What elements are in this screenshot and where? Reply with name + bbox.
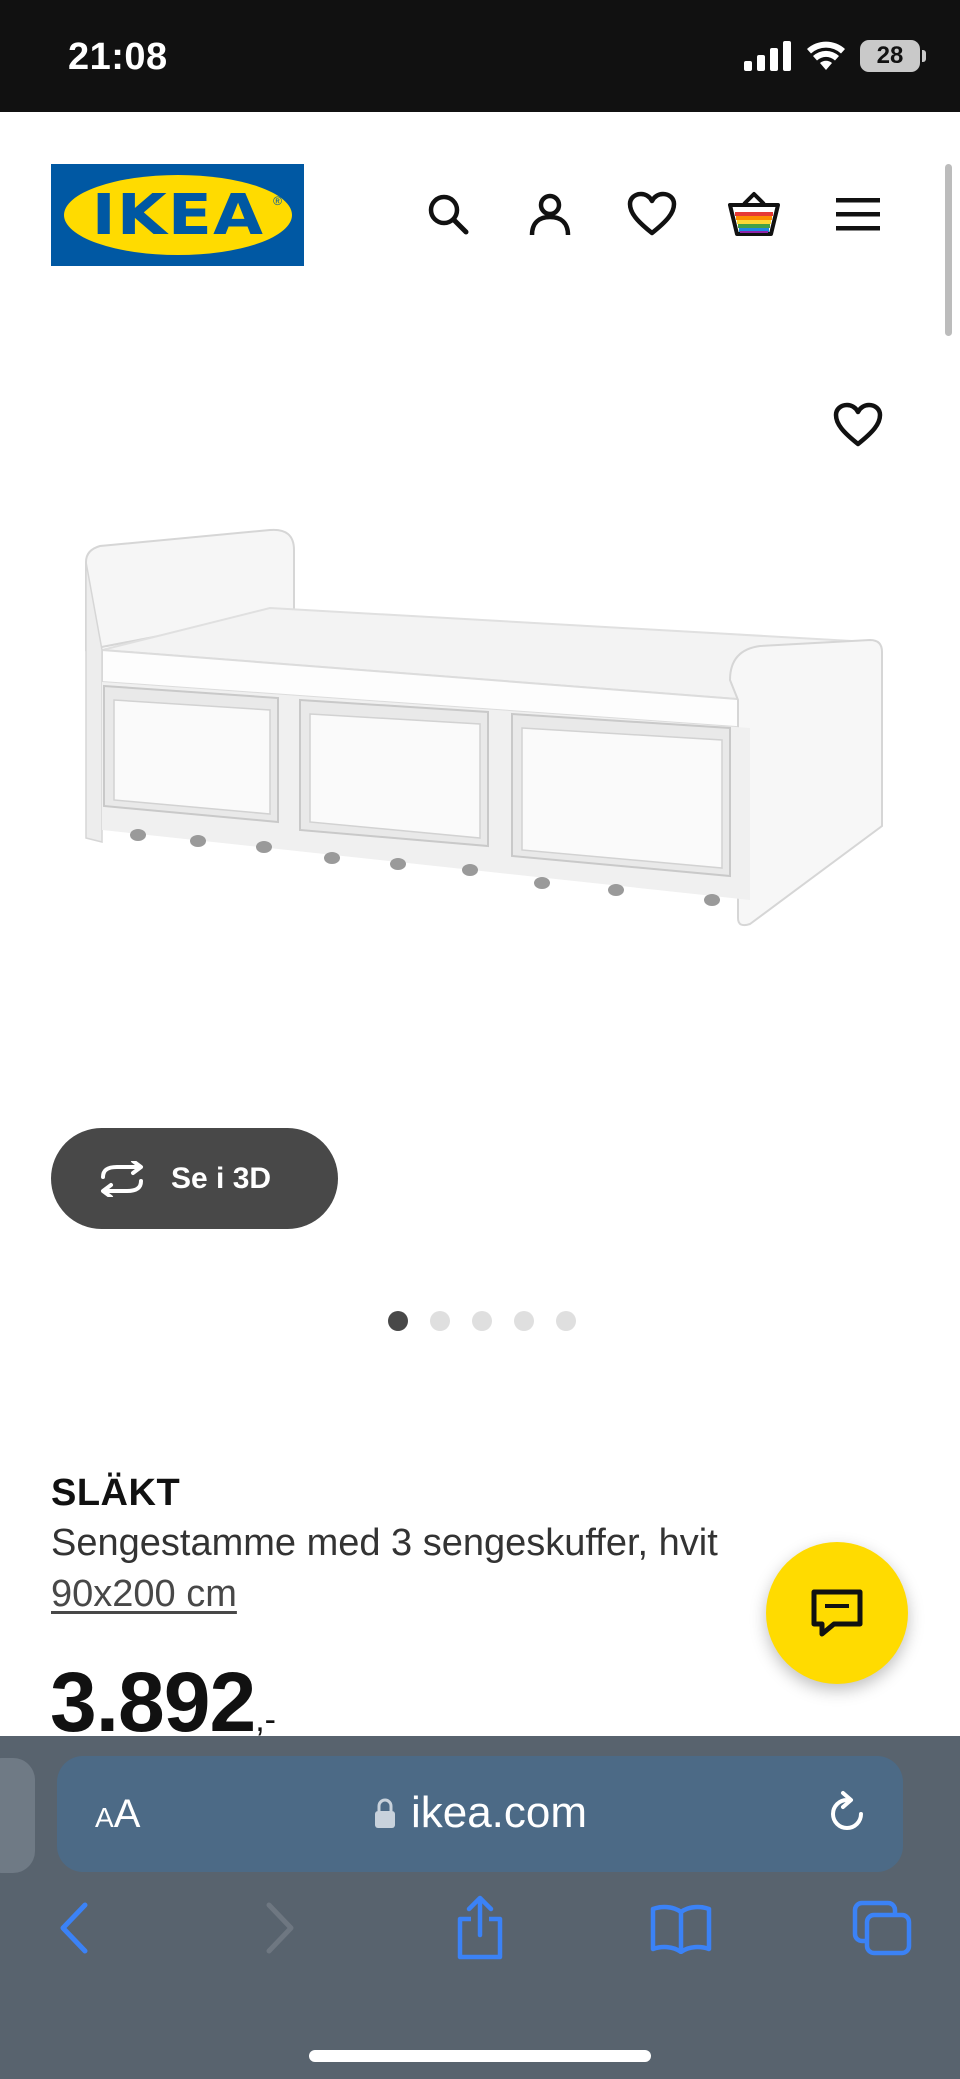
save-to-favorites-button[interactable] [826, 393, 890, 457]
tabs-icon [852, 1900, 912, 1956]
account-icon[interactable] [520, 184, 580, 244]
page-scrollbar[interactable] [945, 164, 952, 336]
logo-oval: IKEA [63, 175, 292, 255]
previous-tab-peek[interactable] [0, 1758, 35, 1873]
share-button[interactable] [440, 1888, 520, 1968]
carousel-dot[interactable] [514, 1311, 534, 1331]
search-icon[interactable] [418, 184, 478, 244]
menu-icon[interactable] [828, 184, 888, 244]
image-carousel-dots [0, 1311, 960, 1331]
share-icon [457, 1895, 503, 1960]
product-image[interactable] [70, 500, 900, 940]
safari-bottom-toolbar [0, 1888, 960, 1988]
wifi-icon [807, 41, 845, 70]
product-description: Sengestamme med 3 sengeskuffer, hvit [51, 1522, 718, 1564]
book-icon [650, 1904, 712, 1954]
status-icons: 28 [744, 40, 926, 72]
chevron-right-icon [266, 1902, 294, 1954]
chevron-left-icon [60, 1902, 88, 1954]
carousel-dot[interactable] [388, 1311, 408, 1331]
tabs-button[interactable] [842, 1888, 922, 1968]
battery-indicator: 28 [860, 40, 926, 72]
view-in-3d-button[interactable]: Se i 3D [51, 1128, 338, 1229]
view-in-3d-label: Se i 3D [171, 1161, 272, 1195]
product-size-link[interactable]: 90x200 cm [51, 1573, 237, 1616]
heart-outline-icon [833, 402, 883, 447]
battery-level: 28 [876, 42, 904, 69]
url-display[interactable]: ikea.com [57, 1788, 903, 1838]
product-name: SLÄKT [51, 1472, 181, 1514]
price-amount: 3.892 [50, 1655, 256, 1749]
logo-text: IKEA [91, 182, 264, 248]
browser-toolbar: AA ikea.com [0, 1736, 960, 2079]
ikea-logo[interactable]: IKEA ® [51, 164, 304, 266]
url-text: ikea.com [410, 1788, 588, 1837]
basket-icon[interactable] [724, 184, 784, 244]
price-suffix: ,- [255, 1701, 276, 1739]
product-price: 3.892,- [50, 1660, 276, 1744]
registered-mark-icon: ® [273, 194, 282, 208]
back-button[interactable] [34, 1888, 114, 1968]
reload-icon[interactable] [825, 1788, 869, 1836]
lock-icon [374, 1798, 395, 1828]
chat-button[interactable] [766, 1542, 908, 1684]
carousel-dot[interactable] [472, 1311, 492, 1331]
bookmarks-button[interactable] [641, 1888, 721, 1968]
forward-button[interactable] [240, 1888, 320, 1968]
status-bar: 21:08 28 [0, 0, 960, 112]
status-time: 21:08 [68, 36, 168, 78]
chat-bubble-icon [811, 1589, 863, 1637]
home-indicator [309, 2050, 651, 2062]
cellular-signal-icon [744, 41, 791, 71]
carousel-dot[interactable] [556, 1311, 576, 1331]
rotate-3d-icon [101, 1160, 143, 1197]
heart-icon[interactable] [622, 184, 682, 244]
address-bar[interactable]: AA ikea.com [57, 1756, 903, 1872]
carousel-dot[interactable] [430, 1311, 450, 1331]
